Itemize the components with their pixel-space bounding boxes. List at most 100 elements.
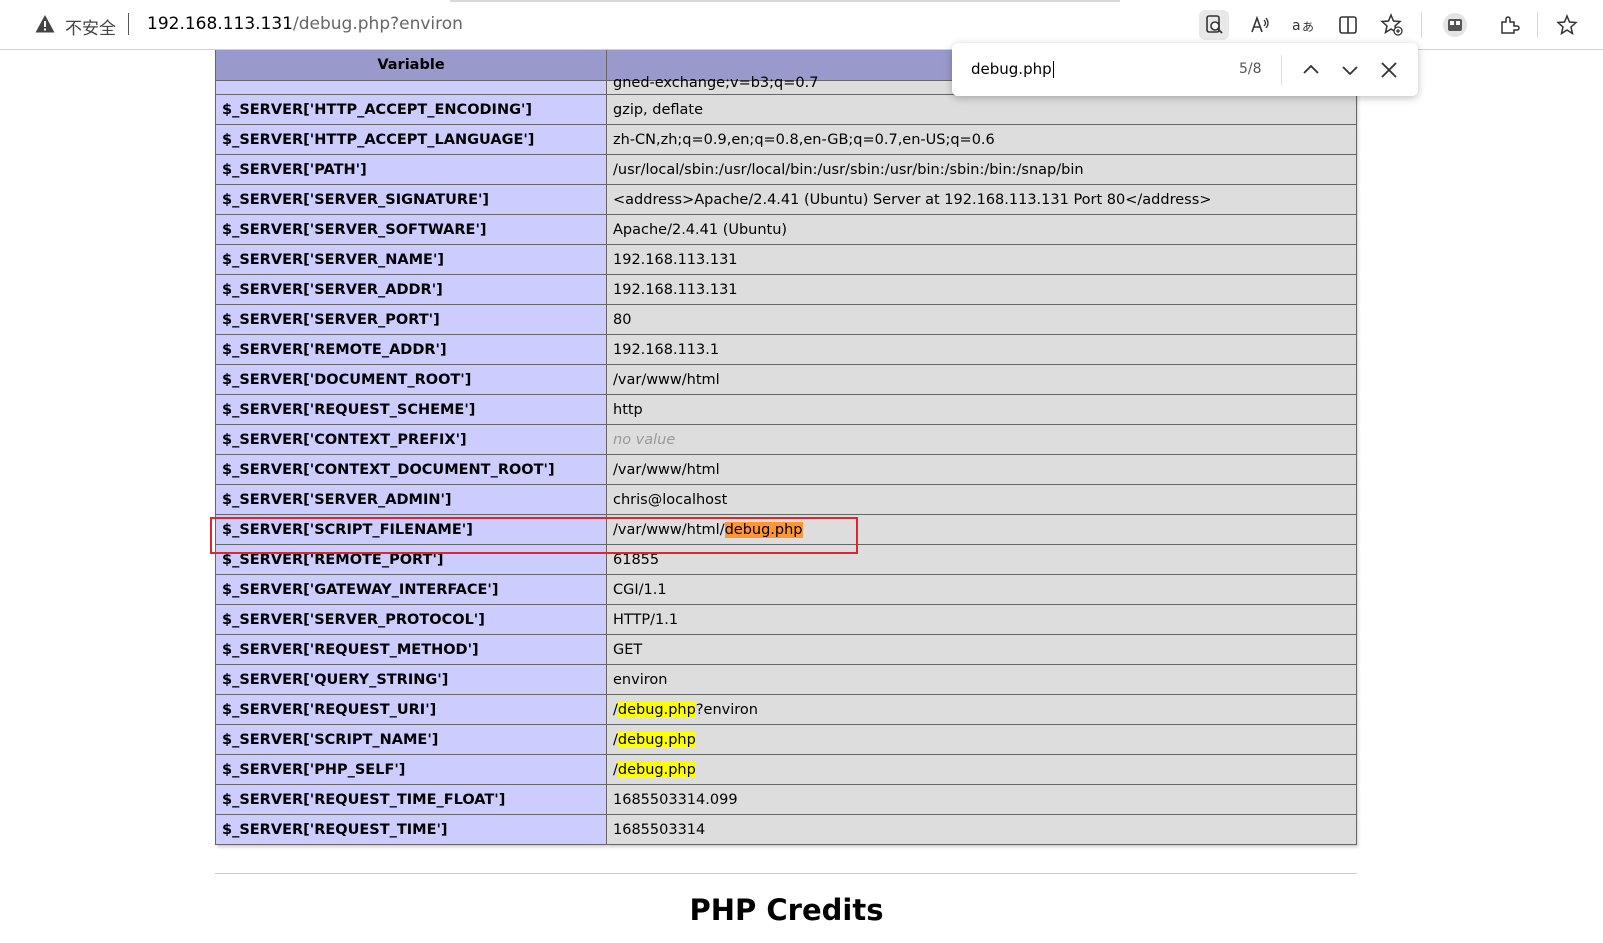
variable-name: $_SERVER['SERVER_PROTOCOL'] [215, 604, 607, 635]
variable-name: $_SERVER['SERVER_PORT'] [215, 304, 607, 335]
variable-value: 192.168.113.1 [606, 334, 1357, 365]
variable-value: 192.168.113.131 [606, 274, 1357, 305]
variable-value: /usr/local/sbin:/usr/local/bin:/usr/sbin… [606, 154, 1357, 185]
variable-value: gzip, deflate [606, 94, 1357, 125]
variable-value: Apache/2.4.41 (Ubuntu) [606, 214, 1357, 245]
variable-name: $_SERVER['SERVER_SIGNATURE'] [215, 184, 607, 215]
table-row: $_SERVER['SERVER_SOFTWARE'] Apache/2.4.41… [215, 214, 1357, 245]
find-match: debug.php [617, 701, 696, 718]
translate-icon[interactable]: aあ [1288, 10, 1318, 40]
variable-value: GET [606, 634, 1357, 665]
variable-name: $_SERVER['CONTEXT_PREFIX'] [215, 424, 607, 455]
variable-value: HTTP/1.1 [606, 604, 1357, 635]
variable-name: $_SERVER['REQUEST_URI'] [215, 694, 607, 725]
table-row: $_SERVER['SERVER_ADMIN'] chris@localhost [215, 484, 1357, 515]
variable-value: /debug.php [606, 724, 1357, 755]
php-credits-heading: PHP Credits [689, 893, 884, 927]
next-match-icon[interactable] [1337, 57, 1363, 83]
variable-value: /var/www/html [606, 364, 1357, 395]
favorites-icon[interactable] [1552, 10, 1582, 40]
tab-strip-edge [450, 0, 1120, 2]
find-input[interactable]: debug.php [971, 60, 1054, 78]
table-row: $_SERVER['REQUEST_TIME_FLOAT'] 1685503314… [215, 784, 1357, 815]
table-row: $_SERVER['SERVER_SIGNATURE'] <address>Apa… [215, 184, 1357, 215]
variable-value: <address>Apache/2.4.41 (Ubuntu) Server a… [606, 184, 1357, 215]
table-row: $_SERVER['SCRIPT_NAME']/debug.php [215, 724, 1357, 755]
find-match: debug.php [617, 761, 696, 778]
variable-name: $_SERVER['REQUEST_TIME'] [215, 814, 607, 845]
variable-value: 1685503314 [606, 814, 1357, 845]
variable-value: /debug.php [606, 754, 1357, 785]
variable-name: $_SERVER['SCRIPT_NAME'] [215, 724, 607, 755]
variable-value: http [606, 394, 1357, 425]
column-header-variable: Variable [215, 50, 607, 81]
table-row: $_SERVER['HTTP_ACCEPT_ENCODING'] gzip, de… [215, 94, 1357, 125]
variable-name [215, 80, 607, 95]
add-favorite-icon[interactable] [1377, 10, 1407, 40]
table-row: $_SERVER['PATH']/usr/local/sbin:/usr/loc… [215, 154, 1357, 185]
find-match-count: 5/8 [1239, 61, 1262, 77]
security-label[interactable]: 不安全 [65, 14, 116, 39]
address-bar[interactable]: 192.168.113.131/debug.php?environ [147, 14, 463, 34]
variable-value: no value [606, 424, 1357, 455]
read-aloud-icon[interactable] [1245, 10, 1275, 40]
variable-value: /var/www/html [606, 454, 1357, 485]
variable-name: $_SERVER['PHP_SELF'] [215, 754, 607, 785]
variable-name: $_SERVER['GATEWAY_INTERFACE'] [215, 574, 607, 605]
table-row: $_SERVER['SERVER_PROTOCOL'] HTTP/1.1 [215, 604, 1357, 635]
variable-name: $_SERVER['REQUEST_SCHEME'] [215, 394, 607, 425]
table-row: $_SERVER['CONTEXT_PREFIX'] no value [215, 424, 1357, 455]
url-path: /debug.php?environ [293, 14, 463, 34]
variable-name: $_SERVER['PATH'] [215, 154, 607, 185]
find-match: debug.php [617, 731, 696, 748]
variable-name: $_SERVER['HTTP_ACCEPT_ENCODING'] [215, 94, 607, 125]
variable-value: chris@localhost [606, 484, 1357, 515]
svg-text:あ: あ [1302, 20, 1314, 34]
find-in-page-icon[interactable] [1199, 10, 1229, 40]
find-divider [1281, 55, 1282, 85]
variable-name: $_SERVER['REMOTE_ADDR'] [215, 334, 607, 365]
table-row: $_SERVER['GATEWAY_INTERFACE'] CGI/1.1 [215, 574, 1357, 605]
svg-text:a: a [1292, 18, 1301, 34]
variable-name: $_SERVER['HTTP_ACCEPT_LANGUAGE'] [215, 124, 607, 155]
table-row: $_SERVER['SERVER_PORT'] 80 [215, 304, 1357, 335]
table-row: $_SERVER['PHP_SELF']/debug.php [215, 754, 1357, 785]
variable-value: /debug.php?environ [606, 694, 1357, 725]
split-screen-icon[interactable] [1333, 10, 1363, 40]
close-icon[interactable] [1376, 57, 1402, 83]
page-content: Variable gned-exchange;v=b3;q=0.7 $_SERV… [0, 50, 1603, 943]
variable-name: $_SERVER['SERVER_ADDR'] [215, 274, 607, 305]
table-row: $_SERVER['REQUEST_TIME'] 1685503314 [215, 814, 1357, 845]
variable-name: $_SERVER['REQUEST_TIME_FLOAT'] [215, 784, 607, 815]
variable-value: 80 [606, 304, 1357, 335]
table-row: $_SERVER['SERVER_NAME'] 192.168.113.131 [215, 244, 1357, 275]
url-host: 192.168.113.131 [147, 14, 294, 34]
table-row: $_SERVER['REMOTE_ADDR'] 192.168.113.1 [215, 334, 1357, 365]
table-row: $_SERVER['REQUEST_METHOD'] GET [215, 634, 1357, 665]
variable-value: CGI/1.1 [606, 574, 1357, 605]
table-row: $_SERVER['REQUEST_URI']/debug.php?enviro… [215, 694, 1357, 725]
collections-icon[interactable] [1440, 10, 1470, 40]
variable-name: $_SERVER['REQUEST_METHOD'] [215, 634, 607, 665]
table-row: $_SERVER['REQUEST_SCHEME'] http [215, 394, 1357, 425]
toolbar-divider [1421, 12, 1422, 38]
variable-name: $_SERVER['QUERY_STRING'] [215, 664, 607, 695]
extensions-icon[interactable] [1494, 10, 1524, 40]
environment-table: Variable gned-exchange;v=b3;q=0.7 $_SERV… [215, 50, 1357, 845]
table-row: $_SERVER['SERVER_ADDR'] 192.168.113.131 [215, 274, 1357, 305]
variable-value: environ [606, 664, 1357, 695]
variable-name: $_SERVER['SERVER_NAME'] [215, 244, 607, 275]
toolbar-divider [1537, 12, 1538, 38]
variable-name: $_SERVER['CONTEXT_DOCUMENT_ROOT'] [215, 454, 607, 485]
table-row: $_SERVER['DOCUMENT_ROOT']/var/www/html [215, 364, 1357, 395]
variable-value: 192.168.113.131 [606, 244, 1357, 275]
annotation-box [210, 517, 858, 554]
previous-match-icon[interactable] [1298, 57, 1324, 83]
table-row: $_SERVER['QUERY_STRING'] environ [215, 664, 1357, 695]
table-row: $_SERVER['HTTP_ACCEPT_LANGUAGE'] zh-CN,zh… [215, 124, 1357, 155]
variable-value: zh-CN,zh;q=0.9,en;q=0.8,en-GB;q=0.7,en-U… [606, 124, 1357, 155]
variable-name: $_SERVER['SERVER_ADMIN'] [215, 484, 607, 515]
address-divider [128, 13, 129, 35]
warning-icon[interactable] [35, 14, 55, 34]
variable-value: 1685503314.099 [606, 784, 1357, 815]
